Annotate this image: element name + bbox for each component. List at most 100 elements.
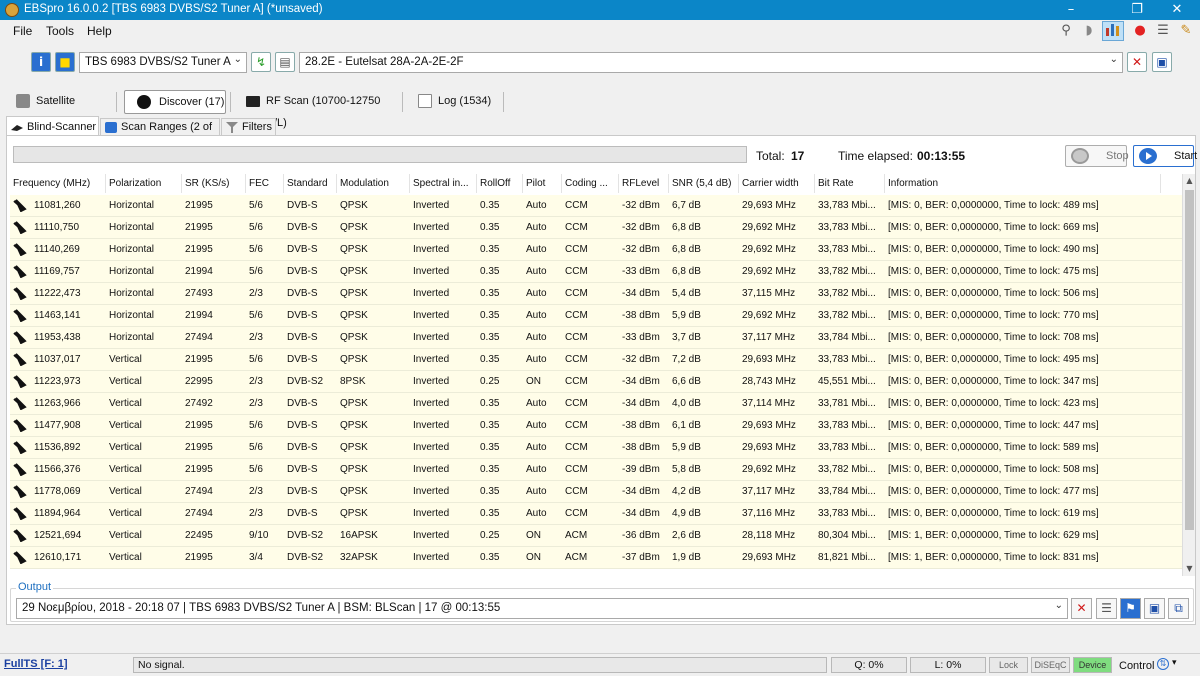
start-button[interactable]: Start	[1133, 145, 1198, 167]
scroll-thumb[interactable]	[1185, 190, 1194, 530]
record-icon[interactable]: ●	[1131, 22, 1149, 40]
column-header[interactable]: RollOff	[477, 174, 523, 193]
table-row[interactable]: 11223,973 Vertical 22995 2/3 DVB-S2 8PSK Inver…	[10, 371, 1182, 393]
column-header[interactable]: Standard	[284, 174, 337, 193]
cell-cw: 29,692 MHz	[742, 310, 796, 321]
search-icon[interactable]: ⚲	[1057, 22, 1075, 40]
table-row[interactable]: 11222,473 Horizontal 27493 2/3 DVB-S QPSK Inve…	[10, 283, 1182, 305]
control-label[interactable]: Control	[1119, 660, 1154, 672]
table-row[interactable]: 11894,964 Vertical 27494 2/3 DVB-S QPSK Invert…	[10, 503, 1182, 525]
column-header[interactable]: RFLevel	[619, 174, 669, 193]
tab-scan-ranges[interactable]: Scan Ranges (2 of 2)	[100, 118, 220, 150]
stop-button-label: Stop	[1106, 150, 1129, 162]
cell-std: DVB-S2	[287, 552, 324, 563]
table-row[interactable]: 11037,017 Vertical 21995 5/6 DVB-S QPSK Invert…	[10, 349, 1182, 371]
satellite-list-icon[interactable]: ▤	[275, 52, 295, 72]
minimize-button[interactable]: –	[1054, 0, 1088, 20]
play-icon	[1139, 148, 1157, 164]
cell-std: DVB-S	[287, 442, 318, 453]
tab-blind-scanner[interactable]: Blind-Scanner	[6, 116, 99, 136]
start-button-label: Start	[1174, 150, 1198, 162]
flag-icon[interactable]: ⚑	[1120, 598, 1141, 619]
cell-coding: CCM	[565, 508, 588, 519]
output-select-value: 29 Νοεμβρίου, 2018 - 20:18 07 | TBS 6983…	[22, 602, 501, 614]
list-icon[interactable]: ☰	[1096, 598, 1117, 619]
table-row[interactable]: 11953,438 Horizontal 27494 2/3 DVB-S QPSK Inve…	[10, 327, 1182, 349]
column-header[interactable]: SR (KS/s)	[182, 174, 246, 193]
control-icon[interactable]: ⇅	[1157, 658, 1169, 670]
cell-roll: 0.35	[480, 552, 500, 563]
column-header[interactable]: Carrier width	[739, 174, 815, 193]
cell-roll: 0.35	[480, 200, 500, 211]
info-icon[interactable]: i	[31, 52, 51, 72]
lock-icon[interactable]: ■	[55, 52, 75, 72]
column-header[interactable]: Frequency (MHz)	[10, 174, 106, 193]
column-header[interactable]: Spectral in...	[410, 174, 477, 193]
table-row[interactable]: 11110,750 Horizontal 21995 5/6 DVB-S QPSK Inve…	[10, 217, 1182, 239]
table-row[interactable]: 11140,269 Horizontal 21995 5/6 DVB-S QPSK Inve…	[10, 239, 1182, 261]
cell-snr: 6,6 dB	[672, 376, 701, 387]
save-icon[interactable]: ▣	[1152, 52, 1172, 72]
clear-output-icon[interactable]: ✕	[1071, 598, 1092, 619]
cell-spec: Inverted	[413, 398, 450, 409]
menu-help[interactable]: Help	[87, 24, 112, 38]
table-row[interactable]: 11263,966 Vertical 27492 2/3 DVB-S QPSK Invert…	[10, 393, 1182, 415]
dish-icon[interactable]: ◗	[1080, 22, 1098, 40]
signal-icon[interactable]: ↯	[251, 52, 271, 72]
close-button[interactable]: ✕	[1160, 0, 1194, 20]
cell-rf: -38 dBm	[622, 420, 660, 431]
cell-spec: Inverted	[413, 508, 450, 519]
menu-tools[interactable]: Tools	[46, 24, 74, 38]
chevron-down-icon[interactable]: ▾	[1172, 658, 1177, 668]
export-icon[interactable]: ⧉	[1168, 598, 1189, 619]
column-header[interactable]: Coding ...	[562, 174, 619, 193]
table-row[interactable]: 11463,141 Horizontal 21994 5/6 DVB-S QPSK Inve…	[10, 305, 1182, 327]
column-header[interactable]: FEC	[246, 174, 284, 193]
cell-pilot: Auto	[526, 244, 547, 255]
table-row[interactable]: 11778,069 Vertical 27494 2/3 DVB-S QPSK Invert…	[10, 481, 1182, 503]
table-row[interactable]: 11169,757 Horizontal 21994 5/6 DVB-S QPSK Inve…	[10, 261, 1182, 283]
satellite-select[interactable]: 28.2E - Eutelsat 28A-2A-2E-2F ⌄	[299, 52, 1123, 73]
list-icon[interactable]: ☰	[1154, 22, 1172, 40]
tuner-select[interactable]: TBS 6983 DVBS/S2 Tuner A ⌄	[79, 52, 247, 73]
tools-icon[interactable]: ✎	[1177, 22, 1195, 40]
output-select[interactable]: 29 Νοεμβρίου, 2018 - 20:18 07 | TBS 6983…	[16, 598, 1068, 619]
tab-log[interactable]: Log (1534)	[414, 90, 502, 114]
column-header[interactable]: Information	[885, 174, 1161, 193]
cell-std: DVB-S	[287, 266, 318, 277]
tab-discover[interactable]: Discover (17)	[124, 90, 226, 114]
table-row[interactable]: 11536,892 Vertical 21995 5/6 DVB-S QPSK Invert…	[10, 437, 1182, 459]
cell-mod: QPSK	[340, 200, 368, 211]
tab-satellite[interactable]: Satellite (28.2E)	[12, 90, 112, 129]
fullts-link[interactable]: FullTS [F: 1]	[4, 658, 68, 670]
table-row[interactable]: 11477,908 Vertical 21995 5/6 DVB-S QPSK Invert…	[10, 415, 1182, 437]
tab-rf-scan[interactable]: RF Scan (10700-12750 H/L)	[242, 90, 394, 129]
column-header[interactable]: Bit Rate	[815, 174, 885, 193]
column-header[interactable]: Modulation	[337, 174, 410, 193]
total-label: Total:	[756, 149, 785, 163]
output-legend: Output	[16, 581, 54, 593]
cell-snr: 2,6 dB	[672, 530, 701, 541]
table-row[interactable]: 12521,694 Vertical 22495 9/10 DVB-S2 16APSK In…	[10, 525, 1182, 547]
menu-file[interactable]: File	[13, 24, 32, 38]
scroll-up-icon[interactable]: ▲	[1183, 174, 1196, 188]
table-row[interactable]: 11081,260 Horizontal 21995 5/6 DVB-S QPSK Inve…	[10, 195, 1182, 217]
column-header[interactable]: Polarization	[106, 174, 182, 193]
stop-button[interactable]: Stop	[1065, 145, 1129, 167]
table-scrollbar[interactable]: ▲ ▼	[1182, 174, 1195, 576]
maximize-button[interactable]: ❐	[1120, 0, 1154, 20]
save-icon[interactable]: ▣	[1144, 598, 1165, 619]
tab-filters[interactable]: Filters	[221, 118, 276, 136]
cell-pilot: Auto	[526, 310, 547, 321]
cell-rf: -34 dBm	[622, 376, 660, 387]
cell-roll: 0.35	[480, 464, 500, 475]
spectrum-icon[interactable]	[1102, 21, 1124, 41]
column-header[interactable]: Pilot	[523, 174, 562, 193]
column-header[interactable]: SNR (5,4 dB)	[669, 174, 739, 193]
cell-cw: 29,693 MHz	[742, 442, 796, 453]
scroll-down-icon[interactable]: ▼	[1183, 562, 1196, 576]
table-row[interactable]: 11566,376 Vertical 21995 5/6 DVB-S QPSK Invert…	[10, 459, 1182, 481]
table-row[interactable]: 12610,171 Vertical 21995 3/4 DVB-S2 32APSK Inv…	[10, 547, 1182, 569]
delete-icon[interactable]: ✕	[1127, 52, 1147, 72]
cell-snr: 7,2 dB	[672, 354, 701, 365]
